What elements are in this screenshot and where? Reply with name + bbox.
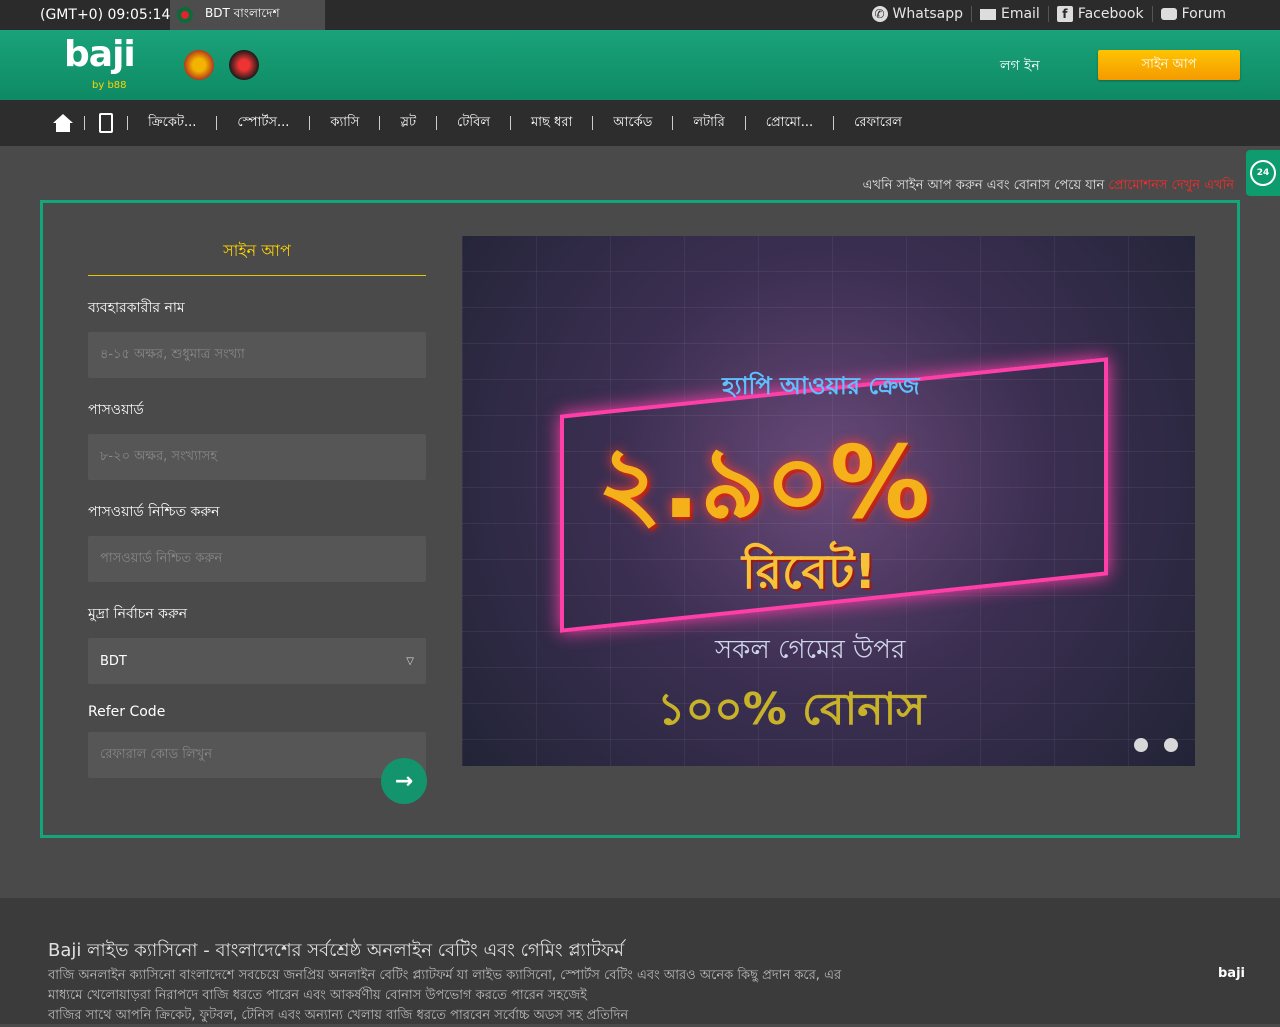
currency-select-value: BDT xyxy=(100,653,127,669)
nav-divider xyxy=(127,116,128,130)
footer: Baji লাইভ ক্যাসিনো - বাংলাদেশের সর্বশ্রে… xyxy=(0,898,1280,1024)
nav-item-casino[interactable]: ক্যাসি xyxy=(320,113,369,134)
banner-subline: সকল গেমের উপর xyxy=(715,635,906,665)
arrow-right-icon: → xyxy=(394,768,414,794)
password-label: পাসওয়ার্ড xyxy=(88,402,144,418)
carousel-dot-1[interactable] xyxy=(1134,738,1148,752)
password-input[interactable]: ৮-২০ অক্ষর, সংখ্যাসহ xyxy=(88,434,426,480)
signup-form: সাইন আপ ব্যবহারকারীর নাম ৪-১৫ অক্ষর, শুধ… xyxy=(88,238,427,804)
support-24-icon: 24 xyxy=(1250,160,1276,186)
next-arrow-button[interactable]: → xyxy=(381,758,427,804)
facebook-icon: f xyxy=(1056,6,1073,22)
nav-item-cricket[interactable]: ক্রিকেট... xyxy=(138,113,206,134)
footer-logo[interactable]: baji xyxy=(1218,966,1245,981)
social-links: ✆ Whatsapp Email f Facebook Forum xyxy=(864,6,1234,22)
notice-text: এখনি সাইন আপ করুন এবং বোনাস পেয়ে যান xyxy=(862,178,1105,193)
nav-item-lottery[interactable]: লটারি xyxy=(683,113,734,134)
sponsor-badge-1-icon[interactable] xyxy=(184,50,214,80)
clock: (GMT+0) 09:05:14 xyxy=(40,7,171,23)
support-24-button[interactable]: 24 xyxy=(1246,150,1280,196)
chevron-down-icon: ▽ xyxy=(406,655,414,667)
nav-item-fishing[interactable]: মাছ ধরা xyxy=(521,113,582,134)
username-input[interactable]: ৪-১৫ অক্ষর, শুধুমাত্র সংখ্যা xyxy=(88,332,426,378)
top-bar: (GMT+0) 09:05:14 BDT বাংলাদেশ ✆ Whatsapp… xyxy=(0,0,1280,30)
home-icon[interactable] xyxy=(52,112,74,134)
username-label: ব্যবহারকারীর নাম xyxy=(88,300,185,316)
refer-code-label: Refer Code xyxy=(88,704,166,720)
notice-link[interactable]: প্রোমোশনস দেখুন এখনি xyxy=(1108,178,1234,193)
nav-item-promo[interactable]: প্রোমো... xyxy=(756,113,823,134)
bangladesh-flag-icon xyxy=(177,7,193,23)
refer-code-input[interactable]: রেফারাল কোড লিখুন xyxy=(88,732,426,778)
form-title: সাইন আপ xyxy=(88,238,426,276)
nav-item-arcade[interactable]: আর্কেড xyxy=(603,113,662,134)
email-icon xyxy=(979,8,996,20)
nav-item-slots[interactable]: স্লট xyxy=(390,113,426,134)
currency-selector[interactable]: BDT বাংলাদেশ xyxy=(170,0,325,30)
header: baji by b88 লগ ইন সাইন আপ xyxy=(0,30,1280,100)
nav-item-table[interactable]: টেবিল xyxy=(447,113,500,134)
email-link[interactable]: Email xyxy=(970,6,1048,22)
footer-paragraph-2: মাধ্যমে খেলোয়াড়রা নিরাপদে বাজি ধরতে পা… xyxy=(48,988,587,1003)
baji-logo[interactable]: baji by b88 xyxy=(64,34,136,91)
promo-banner[interactable]: হ্যাপি আওয়ার ক্রেজ ২.৯০% রিবেট! সকল গেম… xyxy=(462,236,1195,766)
currency-label: BDT বাংলাদেশ xyxy=(205,6,280,20)
signup-button[interactable]: সাইন আপ xyxy=(1098,50,1240,80)
sponsor-badge-2-icon[interactable] xyxy=(229,50,259,80)
nav-divider xyxy=(84,116,85,130)
confirm-password-label: পাসওয়ার্ড নিশ্চিত করুন xyxy=(88,504,220,520)
confirm-password-input[interactable]: পাসওয়ার্ড নিশ্চিত করুন xyxy=(88,536,426,582)
footer-title: Baji লাইভ ক্যাসিনো - বাংলাদেশের সর্বশ্রে… xyxy=(48,940,625,961)
login-button[interactable]: লগ ইন xyxy=(1000,54,1040,78)
whatsapp-icon: ✆ xyxy=(871,6,888,22)
facebook-link[interactable]: f Facebook xyxy=(1047,6,1152,22)
mobile-icon[interactable] xyxy=(95,112,117,134)
currency-select[interactable]: BDT ▽ xyxy=(88,638,426,684)
nav-item-referral[interactable]: রেফারেল xyxy=(844,113,912,134)
whatsapp-link[interactable]: ✆ Whatsapp xyxy=(864,6,971,22)
banner-headline: হ্যাপি আওয়ার ক্রেজ xyxy=(722,372,920,400)
signup-panel: সাইন আপ ব্যবহারকারীর নাম ৪-১৫ অক্ষর, শুধ… xyxy=(40,200,1240,838)
banner-rebate: রিবেট! xyxy=(742,544,877,600)
banner-bonus: ১০০% বোনাস xyxy=(657,684,926,735)
main-nav: ক্রিকেট... স্পোর্টস... ক্যাসি স্লট টেবিল… xyxy=(0,100,1280,146)
currency-select-label: মুদ্রা নির্বাচন করুন xyxy=(88,606,188,622)
carousel-dots xyxy=(1134,738,1178,752)
nav-item-sports[interactable]: স্পোর্টস... xyxy=(227,113,299,134)
carousel-dot-2[interactable] xyxy=(1164,738,1178,752)
footer-paragraph-1: বাজি অনলাইন ক্যাসিনো বাংলাদেশে সবচেয়ে জ… xyxy=(48,968,842,983)
notice-bar: এখনি সাইন আপ করুন এবং বোনাস পেয়ে যান প্… xyxy=(863,176,1234,197)
forum-link[interactable]: Forum xyxy=(1151,6,1234,22)
forum-icon xyxy=(1160,8,1177,20)
